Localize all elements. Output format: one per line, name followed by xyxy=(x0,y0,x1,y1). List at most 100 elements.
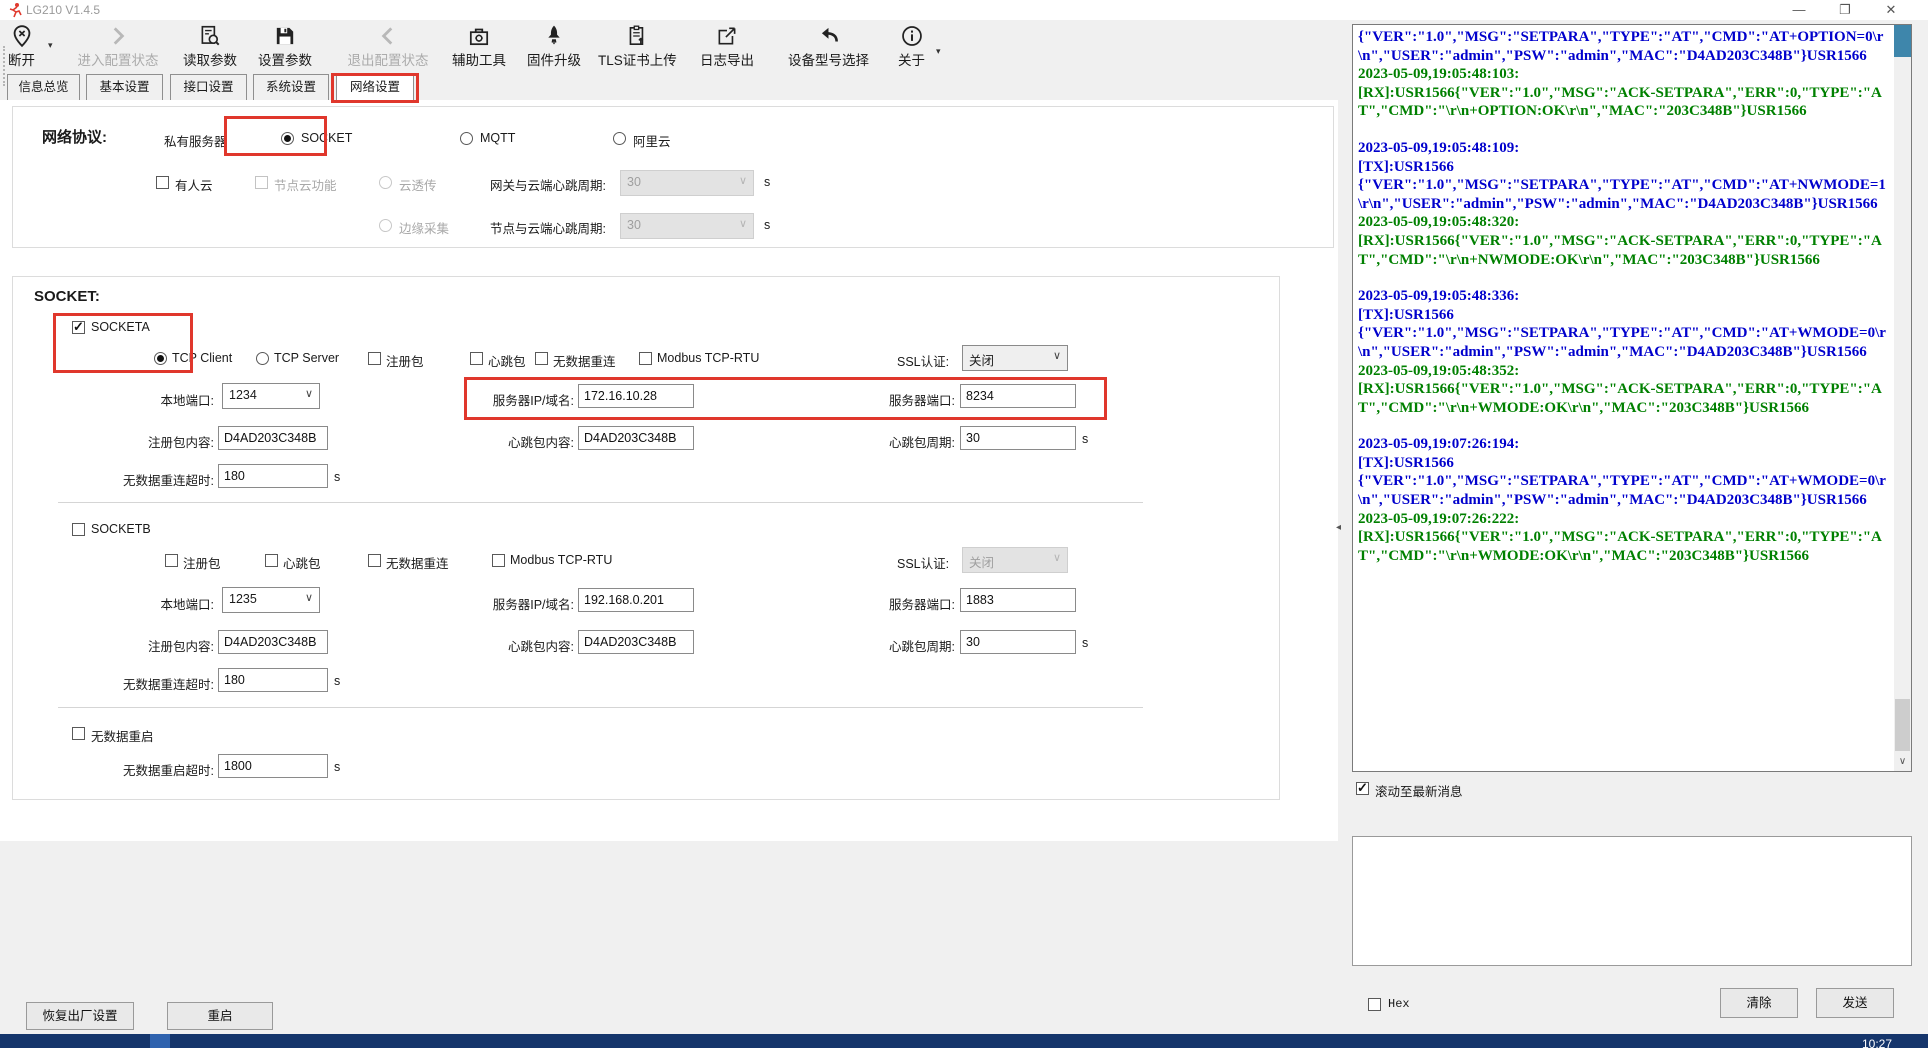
b-ssl-select[interactable]: 关闭∨ xyxy=(962,547,1068,573)
log-output-area[interactable]: {"VER":"1.0","MSG":"SETPARA","TYPE":"AT"… xyxy=(1352,24,1912,772)
log-scrollbar[interactable]: ∨ xyxy=(1894,25,1911,771)
back-arrow-icon xyxy=(817,24,841,48)
toolbar-log-export[interactable]: 日志导出 xyxy=(700,24,754,69)
chevron-down-icon: ∨ xyxy=(1053,551,1061,564)
tab-network-settings[interactable]: 网络设置 xyxy=(336,74,414,101)
checkbox-b-hb-pkt[interactable] xyxy=(265,554,278,567)
reboot-button[interactable]: 重启 xyxy=(167,1002,273,1030)
b-timeout-input[interactable] xyxy=(218,668,328,692)
a-server-ip-input[interactable] xyxy=(578,384,694,408)
scrollbar-down-icon[interactable]: ∨ xyxy=(1894,755,1911,771)
toolbar-device-model-select[interactable]: 设备型号选择 xyxy=(788,24,869,69)
radio-socket[interactable] xyxy=(281,132,294,145)
send-button[interactable]: 发送 xyxy=(1816,988,1894,1018)
a-ssl-select[interactable]: 关闭∨ xyxy=(962,345,1068,371)
title-bar: LG210 V1.4.5 — ❐ ✕ xyxy=(0,0,1928,20)
radio-edge-collect[interactable] xyxy=(379,219,392,232)
a-server-port-label: 服务器端口: xyxy=(845,390,955,409)
certificate-upload-icon xyxy=(625,24,649,48)
checkbox-socketb[interactable] xyxy=(72,523,85,536)
log-entry-rx: 2023-05-09,19:05:48:320: [RX]:USR1566{"V… xyxy=(1358,213,1889,269)
a-server-port-input[interactable] xyxy=(960,384,1076,408)
checkbox-a-modbus[interactable] xyxy=(639,352,652,365)
chevron-right-icon xyxy=(106,24,130,48)
close-button[interactable]: ✕ xyxy=(1868,0,1914,20)
toolbox-icon xyxy=(467,24,491,48)
checkbox-b-reg-pkt[interactable] xyxy=(165,554,178,567)
restart-timeout-input[interactable] xyxy=(218,754,328,778)
disconnect-pin-icon xyxy=(10,24,34,48)
node-heartbeat-select[interactable]: 30∨ xyxy=(620,213,754,239)
checkbox-scroll-latest[interactable] xyxy=(1356,782,1369,795)
toolbar-exit-config[interactable]: 退出配置状态 xyxy=(332,24,444,69)
b-hb-period-input[interactable] xyxy=(960,630,1076,654)
toolbar-firmware-upgrade[interactable]: 固件升级 xyxy=(527,24,581,69)
checkbox-socketa[interactable] xyxy=(72,321,85,334)
dropdown-caret-icon[interactable]: ▾ xyxy=(48,40,53,51)
toolbar-tls-cert-upload[interactable]: TLS证书上传 xyxy=(598,24,677,69)
radio-alicloud[interactable] xyxy=(613,132,626,145)
checkbox-a-reg-pkt[interactable] xyxy=(368,352,381,365)
toolbar-aux-tools[interactable]: 辅助工具 xyxy=(452,24,506,69)
taskbar-clock: 10:27 xyxy=(1862,1037,1892,1048)
radio-mqtt[interactable] xyxy=(460,132,473,145)
b-server-ip-input[interactable] xyxy=(578,588,694,612)
b-reg-content-label: 注册包内容: xyxy=(104,636,214,655)
dropdown-caret-icon[interactable]: ▾ xyxy=(936,46,941,57)
a-reg-content-input[interactable] xyxy=(218,426,328,450)
tab-interface-settings[interactable]: 接口设置 xyxy=(170,74,247,101)
a-hb-period-input[interactable] xyxy=(960,426,1076,450)
b-hb-content-label: 心跳包内容: xyxy=(454,636,574,655)
scrollbar-up-button[interactable] xyxy=(1894,25,1911,57)
a-hb-content-input[interactable] xyxy=(578,426,694,450)
log-entry-rx: 2023-05-09,19:05:48:352: [RX]:USR1566{"V… xyxy=(1358,362,1889,418)
a-hb-period-unit: s xyxy=(1082,432,1088,446)
checkbox-socketb-label: SOCKETB xyxy=(91,522,151,536)
panel-splitter-handle[interactable]: ◂ xyxy=(1336,522,1341,533)
checkbox-usr-cloud[interactable] xyxy=(156,176,169,189)
checkbox-node-cloud[interactable] xyxy=(255,176,268,189)
factory-reset-button[interactable]: 恢复出厂设置 xyxy=(26,1002,134,1030)
checkbox-a-hb-pkt[interactable] xyxy=(470,352,483,365)
checkbox-a-hb-pkt-label: 心跳包 xyxy=(488,351,526,370)
tab-info-overview[interactable]: 信息总览 xyxy=(7,74,80,101)
radio-tcp-client[interactable] xyxy=(154,352,167,365)
read-params-icon xyxy=(198,24,222,48)
log-entry-tx: {"VER":"1.0","MSG":"SETPARA","TYPE":"AT"… xyxy=(1358,28,1889,65)
toolbar-set-params[interactable]: 设置参数 xyxy=(258,24,312,69)
tab-basic-settings[interactable]: 基本设置 xyxy=(86,74,163,101)
gw-heartbeat-unit: s xyxy=(764,175,770,189)
minimize-button[interactable]: — xyxy=(1776,0,1822,20)
radio-cloud-passthrough-label: 云透传 xyxy=(399,175,437,194)
maximize-button[interactable]: ❐ xyxy=(1822,0,1868,20)
checkbox-a-no-data-reconnect[interactable] xyxy=(535,352,548,365)
checkbox-no-data-restart-label: 无数据重启 xyxy=(91,726,154,745)
tab-system-settings[interactable]: 系统设置 xyxy=(253,74,329,101)
radio-cloud-passthrough[interactable] xyxy=(379,176,392,189)
checkbox-hex[interactable] xyxy=(1368,998,1381,1011)
checkbox-no-data-restart[interactable] xyxy=(72,727,85,740)
clear-button[interactable]: 清除 xyxy=(1720,988,1798,1018)
gw-heartbeat-select[interactable]: 30∨ xyxy=(620,170,754,196)
b-server-port-input[interactable] xyxy=(960,588,1076,612)
b-hb-content-input[interactable] xyxy=(578,630,694,654)
checkbox-b-no-data-reconnect[interactable] xyxy=(368,554,381,567)
toolbar-about[interactable]: 关于 ▾ xyxy=(898,24,925,69)
a-local-port-select[interactable]: 1234∨ xyxy=(222,383,320,409)
node-heartbeat-label: 节点与云端心跳周期: xyxy=(490,218,606,237)
toolbar-read-params[interactable]: 读取参数 xyxy=(183,24,237,69)
toolbar-enter-config[interactable]: 进入配置状态 xyxy=(62,24,174,69)
chevron-down-icon: ∨ xyxy=(739,174,747,187)
node-heartbeat-unit: s xyxy=(764,218,770,232)
checkbox-b-modbus[interactable] xyxy=(492,554,505,567)
scrollbar-thumb[interactable] xyxy=(1895,699,1910,751)
a-timeout-input[interactable] xyxy=(218,464,328,488)
chevron-down-icon: ∨ xyxy=(739,217,747,230)
radio-tcp-server[interactable] xyxy=(256,352,269,365)
taskbar-app-button[interactable] xyxy=(150,1034,170,1048)
b-local-port-select[interactable]: 1235∨ xyxy=(222,587,320,613)
send-input-area[interactable] xyxy=(1352,836,1912,966)
b-reg-content-input[interactable] xyxy=(218,630,328,654)
radio-mqtt-label: MQTT xyxy=(480,131,515,145)
toolbar-disconnect[interactable]: 断开 ▾ xyxy=(8,24,35,69)
